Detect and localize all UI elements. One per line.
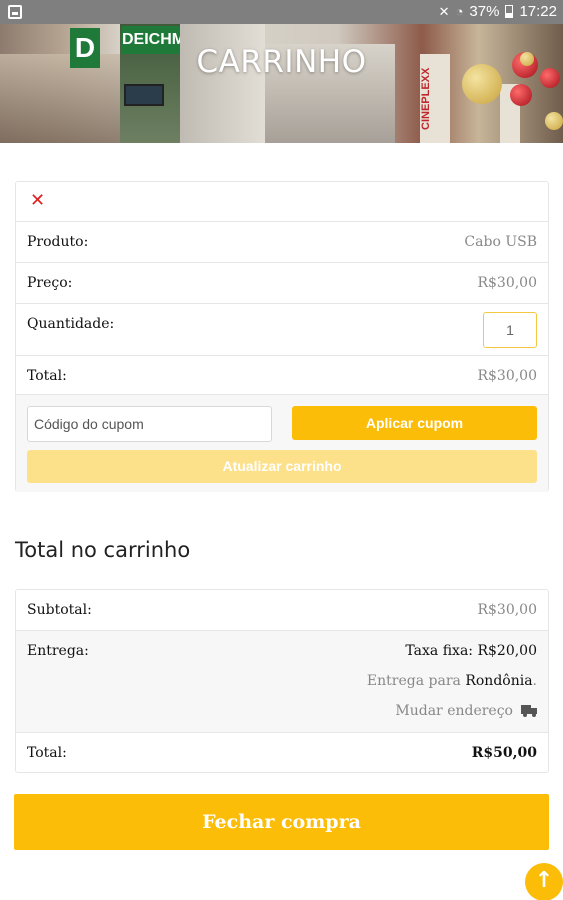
shipping-destination-state: Rondônia (465, 673, 533, 689)
quantity-row: Quantidade: 1 (16, 304, 548, 356)
page-title: CARRINHO (196, 44, 367, 80)
order-total-row: Total: R$50,00 (16, 733, 548, 774)
change-address-link[interactable]: Mudar endereço (395, 703, 537, 719)
shipping-row: Entrega: Taxa fixa: R$20,00 Entrega para… (16, 631, 548, 733)
banner-screen (124, 84, 164, 106)
quantity-input[interactable]: 1 (483, 312, 537, 348)
truck-icon (521, 705, 537, 717)
price-label: Preço: (27, 275, 73, 291)
subtotal-value: R$30,00 (477, 602, 537, 618)
status-bar: ✕ ◔ 37% 17:22 (0, 0, 563, 24)
clock: 17:22 (519, 3, 557, 20)
quantity-label: Quantidade: (27, 316, 115, 332)
subtotal-label: Subtotal: (27, 602, 92, 618)
mute-icon: ✕ (438, 3, 450, 19)
price-row: Preço: R$30,00 (16, 263, 548, 304)
product-label: Produto: (27, 234, 89, 250)
order-total-label: Total: (27, 745, 67, 761)
item-total-value: R$30,00 (477, 368, 537, 384)
status-icons: ✕ ◔ 37% 17:22 (439, 3, 557, 20)
battery-percent: 37% (469, 3, 500, 20)
product-row: Produto: Cabo USB (16, 222, 548, 263)
shipping-destination-suffix: . (532, 673, 537, 689)
checkout-button[interactable]: Fechar compra (14, 794, 549, 850)
order-total-value: R$50,00 (471, 745, 537, 761)
notification-icon (8, 5, 22, 19)
item-total-row: Total: R$30,00 (16, 356, 548, 395)
cart-totals-card: Subtotal: R$30,00 Entrega: Taxa fixa: R$… (15, 589, 549, 773)
scroll-to-top-button[interactable]: ↑ (525, 863, 563, 900)
price-value: R$30,00 (477, 275, 537, 291)
cart-totals-title: Total no carrinho (15, 538, 191, 562)
shipping-rate: Taxa fixa: R$20,00 (405, 643, 537, 659)
arrow-up-icon: ↑ (534, 868, 554, 893)
banner-pillar (180, 24, 265, 143)
decoration-ball (510, 84, 532, 106)
close-icon[interactable]: ✕ (30, 190, 45, 211)
page-banner: D DEICHM CINEPLEXX CARRINHO (0, 24, 563, 143)
coupon-code-input[interactable]: Código do cupom (27, 406, 272, 442)
shipping-destination: Entrega para Rondônia. (367, 673, 537, 689)
shipping-label: Entrega: (27, 643, 89, 659)
battery-icon (505, 5, 514, 18)
wifi-icon: ◔ (455, 4, 464, 19)
apply-coupon-button[interactable]: Aplicar cupom (292, 406, 537, 440)
cart-item-card: ✕ Produto: Cabo USB Preço: R$30,00 Quant… (15, 181, 549, 492)
update-cart-button[interactable]: Atualizar carrinho (27, 450, 537, 483)
cart-actions: Código do cupom Aplicar cupom Atualizar … (16, 395, 548, 492)
change-address-label[interactable]: Mudar endereço (395, 703, 513, 719)
remove-row: ✕ (16, 182, 548, 222)
product-name[interactable]: Cabo USB (464, 234, 537, 250)
shipping-destination-prefix: Entrega para (366, 673, 461, 689)
item-total-label: Total: (27, 368, 67, 384)
subtotal-row: Subtotal: R$30,00 (16, 590, 548, 631)
decoration-ball (545, 112, 563, 130)
